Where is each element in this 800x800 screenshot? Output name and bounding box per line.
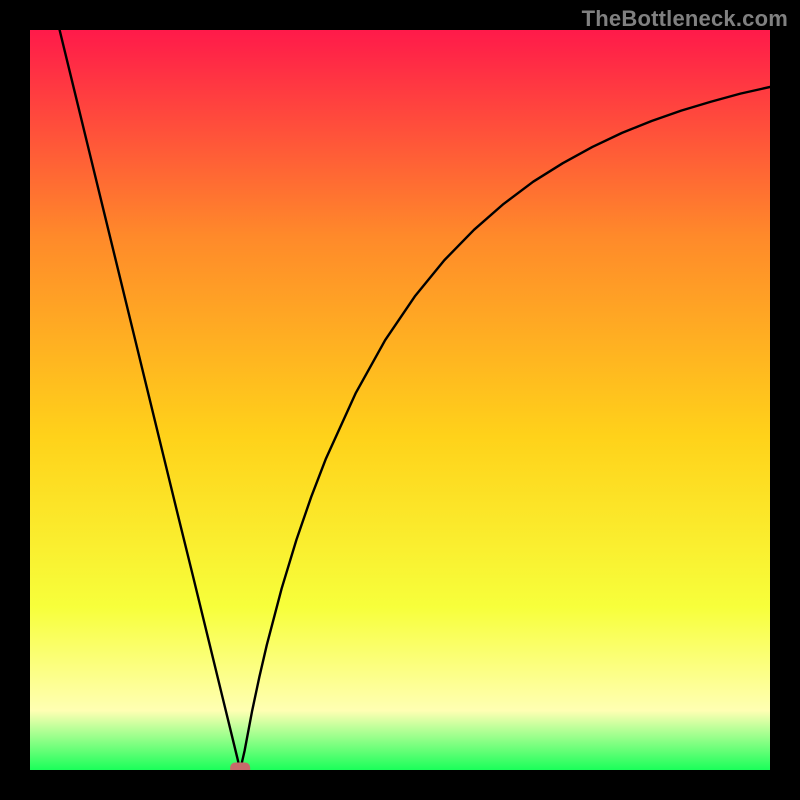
chart-frame: TheBottleneck.com (0, 0, 800, 800)
watermark-text: TheBottleneck.com (582, 6, 788, 32)
gradient-background (30, 30, 770, 770)
plot-area (30, 30, 770, 770)
chart-svg (30, 30, 770, 770)
minimum-marker (230, 763, 250, 770)
